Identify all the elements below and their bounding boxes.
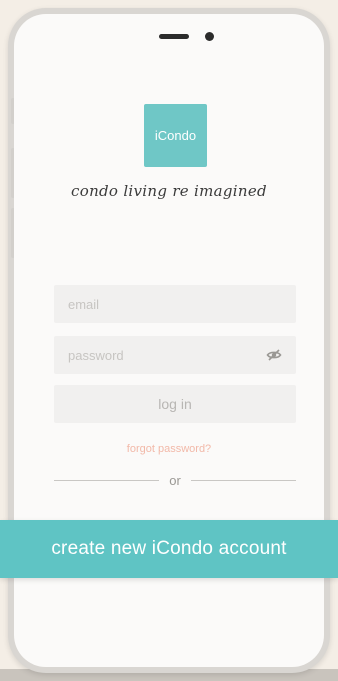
email-field[interactable] <box>54 285 296 323</box>
create-account-button[interactable]: create new iCondo account <box>0 520 338 578</box>
phone-camera <box>205 32 214 41</box>
phone-speaker <box>159 34 189 39</box>
or-label: or <box>169 472 181 488</box>
or-divider: or <box>54 472 296 488</box>
tagline: condo living re imagined <box>71 182 267 200</box>
divider-line-right <box>190 479 296 481</box>
forgot-password-link[interactable]: forgot password? <box>14 443 324 455</box>
login-button[interactable]: log in <box>54 385 296 423</box>
password-field[interactable] <box>54 336 296 374</box>
eye-slash-icon[interactable] <box>266 347 282 363</box>
divider-line-left <box>54 479 160 481</box>
logo-text: iCondo <box>154 128 197 143</box>
app-logo: iCondo <box>144 104 207 167</box>
